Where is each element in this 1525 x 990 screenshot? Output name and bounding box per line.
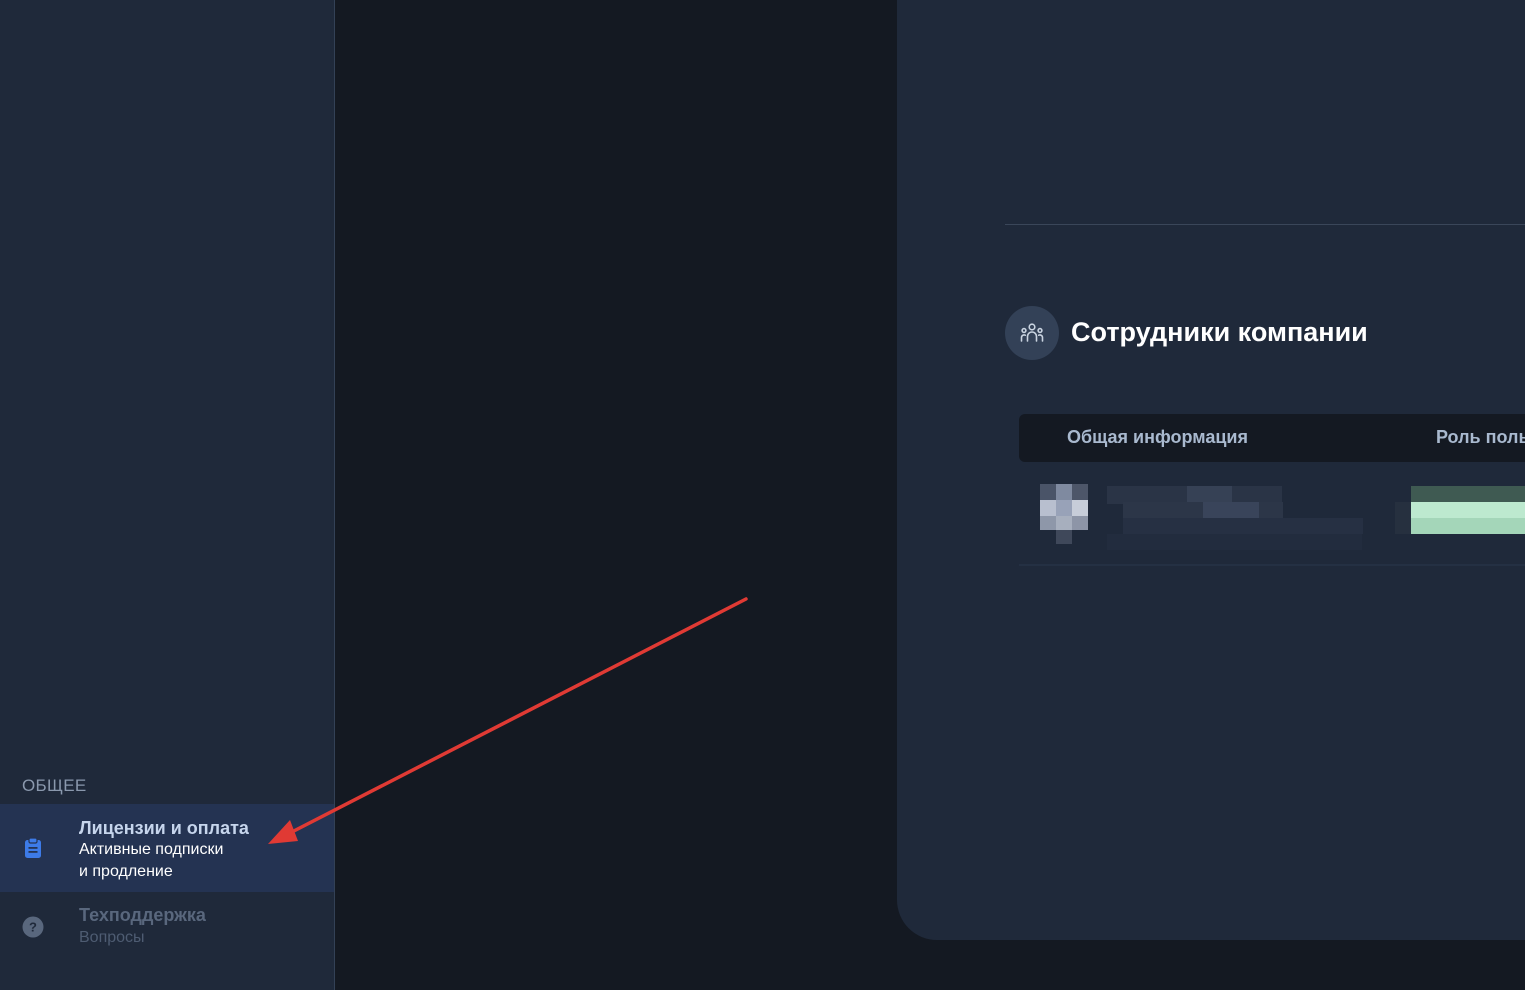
sidebar-item-title: Лицензии и оплата (79, 818, 249, 838)
sidebar-item-licenses[interactable]: Лицензии и оплата Активные подписки и пр… (0, 804, 334, 892)
row-divider (1019, 564, 1525, 566)
svg-text:?: ? (29, 920, 37, 935)
clipboard-icon (22, 837, 44, 859)
divider (1005, 224, 1525, 225)
sidebar-section-label: ОБЩЕЕ (22, 776, 87, 795)
sidebar-item-subtitle: Активные подписки и продление (79, 841, 224, 880)
column-header-role[interactable]: Роль поль (1436, 427, 1525, 448)
table-header: Общая информация Роль поль (1019, 414, 1525, 462)
section-title: Сотрудники компании (1071, 317, 1368, 347)
column-header-general-info[interactable]: Общая информация (1067, 427, 1248, 448)
sidebar-item-support[interactable]: ? Техподдержка Вопросы (0, 892, 334, 962)
sidebar-item-title: Техподдержка (79, 905, 206, 925)
table-row[interactable] (1019, 470, 1525, 566)
question-icon: ? (22, 916, 44, 938)
sidebar-item-subtitle: Вопросы (79, 929, 145, 946)
sidebar: ОБЩЕЕ Лицензии и оплата Активные подписк… (0, 0, 335, 990)
team-icon (1005, 306, 1059, 360)
